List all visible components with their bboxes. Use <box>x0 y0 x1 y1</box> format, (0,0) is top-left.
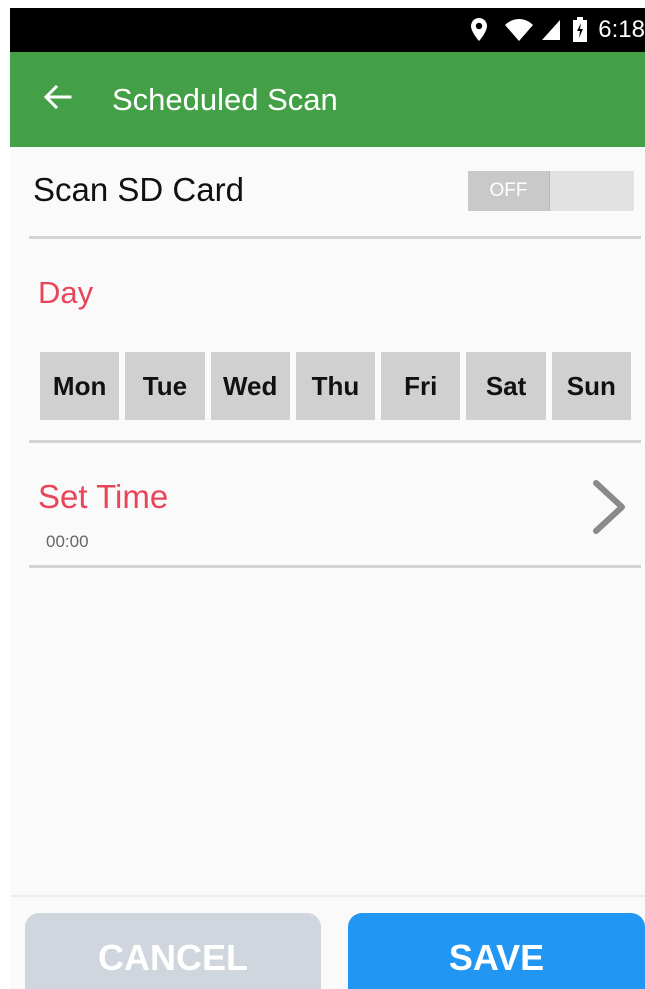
scan-sd-card-toggle[interactable]: OFF <box>468 171 634 211</box>
signal-icon <box>540 18 562 42</box>
chevron-right-icon <box>592 480 626 539</box>
toggle-thumb: OFF <box>468 171 550 211</box>
wifi-icon <box>504 18 534 42</box>
status-icons: 6:18 <box>470 8 645 52</box>
day-button-mon[interactable]: Mon <box>40 352 120 420</box>
divider <box>29 440 641 443</box>
day-button-tue[interactable]: Tue <box>125 352 205 420</box>
bottom-bar-divider <box>10 895 645 897</box>
day-button-sat[interactable]: Sat <box>466 352 546 420</box>
divider <box>29 236 641 239</box>
divider <box>29 565 641 568</box>
cancel-button[interactable]: CANCEL <box>25 913 321 989</box>
scan-sd-card-row: Scan SD Card OFF <box>10 147 645 237</box>
day-selector: Mon Tue Wed Thu Fri Sat Sun <box>40 352 631 420</box>
day-button-fri[interactable]: Fri <box>381 352 461 420</box>
location-icon <box>470 17 488 43</box>
day-button-thu[interactable]: Thu <box>295 352 376 420</box>
status-time: 6:18 <box>598 16 645 43</box>
set-time-row[interactable]: Set Time 00:00 <box>10 448 645 566</box>
app-bar: Scheduled Scan <box>10 52 645 147</box>
status-bar: 6:18 <box>10 8 645 52</box>
back-button[interactable] <box>28 70 88 130</box>
set-time-label: Set Time <box>38 478 169 515</box>
page-title: Scheduled Scan <box>112 81 338 117</box>
save-button[interactable]: SAVE <box>348 913 645 989</box>
battery-icon <box>572 17 588 43</box>
screen: 6:18 Scheduled Scan Scan SD Card OFF Day… <box>10 8 645 989</box>
scan-sd-card-label: Scan SD Card <box>33 171 244 208</box>
day-button-wed[interactable]: Wed <box>210 352 290 420</box>
day-section-label: Day <box>38 275 94 310</box>
day-button-sun[interactable]: Sun <box>551 352 631 420</box>
arrow-left-icon <box>43 84 72 114</box>
set-time-value: 00:00 <box>46 532 89 551</box>
